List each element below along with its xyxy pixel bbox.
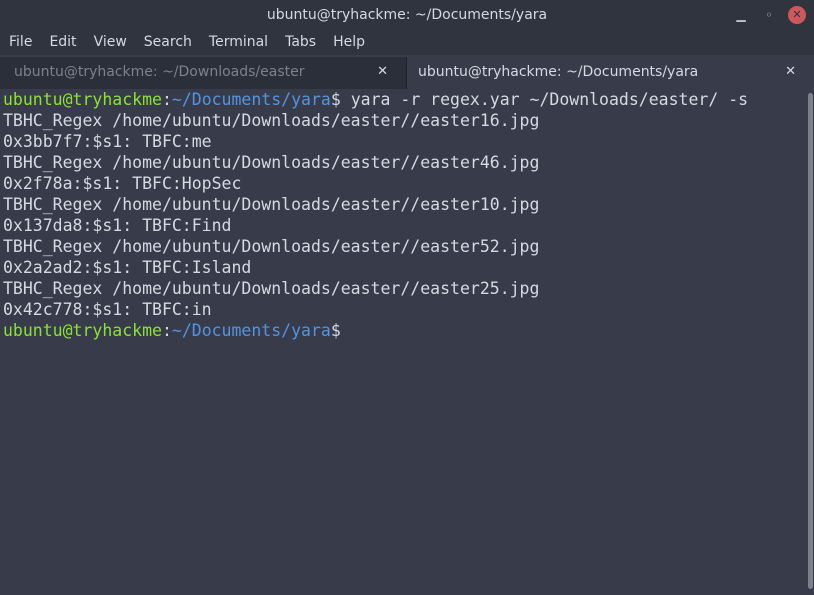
output-line: 0x2a2ad2:$s1: TBFC:Island	[3, 258, 252, 277]
close-icon[interactable]: ✕	[785, 57, 796, 87]
command-text: yara -r regex.yar ~/Downloads/easter/ -s	[340, 90, 749, 109]
tab-label: ubuntu@tryhackme: ~/Documents/yara	[418, 64, 699, 80]
maximize-icon[interactable]: ◦	[760, 6, 778, 24]
prompt-user: ubuntu@tryhackme	[3, 321, 162, 340]
tab-bar: ubuntu@tryhackme: ~/Downloads/easter ✕ u…	[0, 57, 814, 89]
menu-view[interactable]: View	[85, 30, 135, 55]
menu-search[interactable]: Search	[135, 30, 200, 55]
window-controls: ▁ ◦ ✕	[732, 6, 806, 24]
menu-bar: File Edit View Search Terminal Tabs Help	[0, 30, 814, 55]
prompt-user: ubuntu@tryhackme	[3, 90, 162, 109]
menu-tabs[interactable]: Tabs	[276, 30, 324, 55]
prompt-separator: :	[161, 90, 172, 109]
prompt-path: ~/Documents/yara	[171, 90, 331, 109]
tab-label: ubuntu@tryhackme: ~/Downloads/easter	[14, 64, 305, 80]
output-line: 0x42c778:$s1: TBFC:in	[3, 300, 212, 319]
close-icon[interactable]: ✕	[788, 6, 806, 24]
terminal-window: ubuntu@tryhackme: ~/Documents/yara ▁ ◦ ✕…	[0, 0, 814, 595]
output-line: TBHC_Regex /home/ubuntu/Downloads/easter…	[3, 279, 540, 298]
output-line: TBHC_Regex /home/ubuntu/Downloads/easter…	[3, 111, 540, 130]
prompt-end: $	[330, 90, 341, 109]
menu-edit[interactable]: Edit	[40, 30, 84, 55]
prompt-line: ubuntu@tryhackme:~/Documents/yara$	[3, 320, 806, 341]
prompt-end: $	[330, 321, 341, 340]
output-line: TBHC_Regex /home/ubuntu/Downloads/easter…	[3, 237, 540, 256]
close-icon[interactable]: ✕	[377, 57, 388, 87]
menu-terminal[interactable]: Terminal	[200, 30, 276, 55]
output-line: TBHC_Regex /home/ubuntu/Downloads/easter…	[3, 195, 540, 214]
output-line: TBHC_Regex /home/ubuntu/Downloads/easter…	[3, 153, 540, 172]
output-line: 0x2f78a:$s1: TBFC:HopSec	[3, 174, 242, 193]
window-title: ubuntu@tryhackme: ~/Documents/yara	[266, 7, 548, 23]
menu-help[interactable]: Help	[324, 30, 373, 55]
command-line: ubuntu@tryhackme:~/Documents/yara$ yara …	[3, 89, 806, 110]
tab-documents-yara[interactable]: ubuntu@tryhackme: ~/Documents/yara ✕	[407, 57, 814, 89]
output-line: 0x137da8:$s1: TBFC:Find	[3, 216, 232, 235]
scrollbar[interactable]	[806, 89, 814, 595]
minimize-icon[interactable]: ▁	[732, 6, 750, 24]
terminal-output[interactable]: ubuntu@tryhackme:~/Documents/yara$ yara …	[0, 89, 806, 595]
tab-downloads-easter[interactable]: ubuntu@tryhackme: ~/Downloads/easter ✕	[0, 57, 407, 89]
output-line: 0x3bb7f7:$s1: TBFC:me	[3, 132, 212, 151]
title-bar[interactable]: ubuntu@tryhackme: ~/Documents/yara ▁ ◦ ✕	[0, 0, 814, 30]
prompt-separator: :	[161, 321, 172, 340]
scrollbar-thumb[interactable]	[808, 93, 813, 589]
prompt-path: ~/Documents/yara	[171, 321, 331, 340]
menu-file[interactable]: File	[0, 30, 40, 55]
